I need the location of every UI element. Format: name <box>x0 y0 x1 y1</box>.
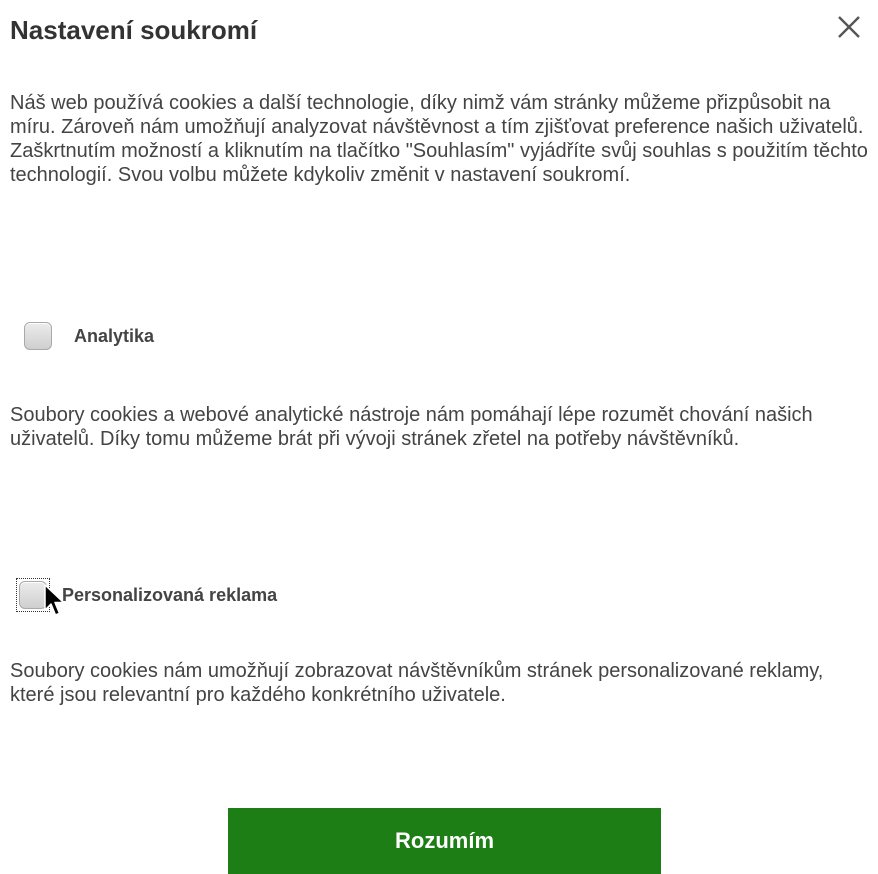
option-analytics[interactable]: Analytika <box>24 322 154 350</box>
analytics-label: Analytika <box>74 325 155 346</box>
analytics-checkbox[interactable] <box>24 322 52 350</box>
option-personalized-ads[interactable]: Personalizovaná reklama <box>16 578 277 612</box>
analytics-description: Soubory cookies a webové analytické nást… <box>10 404 813 450</box>
close-icon <box>832 10 866 44</box>
intro-text: Náš web používá cookies a další technolo… <box>10 92 868 186</box>
accept-button[interactable]: Rozumím <box>228 808 661 874</box>
close-button[interactable] <box>832 10 866 44</box>
personalized-ads-label: Personalizovaná reklama <box>62 584 278 605</box>
personalized-ads-checkbox[interactable] <box>19 581 47 609</box>
personalized-ads-description: Soubory cookies nám umožňují zobrazovat … <box>10 660 824 706</box>
privacy-settings-dialog: Nastavení soukromí Náš web používá cooki… <box>0 0 878 874</box>
focus-ring <box>16 578 50 612</box>
dialog-title: Nastavení soukromí <box>10 15 258 45</box>
